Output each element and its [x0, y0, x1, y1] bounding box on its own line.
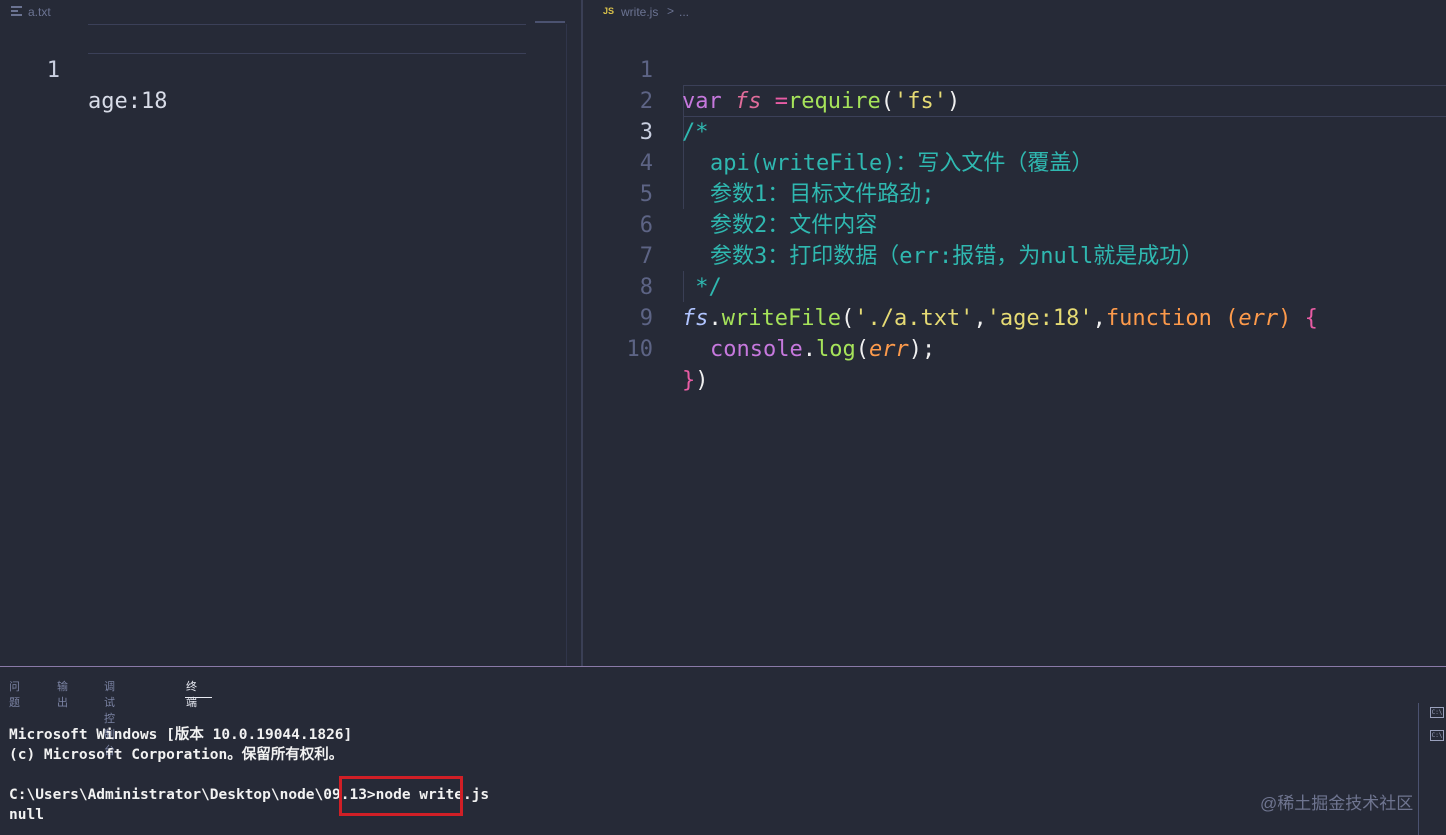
terminal-icon[interactable]: C:\ [1430, 730, 1444, 741]
code-line[interactable]: 3 api(writeFile)：写入文件（覆盖） [583, 86, 1446, 176]
right-editor-pane[interactable]: JS write.js > ... 1 var fs =require('fs'… [583, 0, 1446, 666]
breadcrumb-more[interactable]: ... [679, 5, 689, 19]
code-line[interactable]: 5 参数2：文件内容 [583, 148, 1446, 238]
left-editor-pane[interactable]: a.txt 1 age:18 [0, 0, 581, 666]
tab-a-txt[interactable]: a.txt [28, 5, 51, 19]
text-file-icon [11, 6, 22, 16]
left-editor-tabbar: a.txt [0, 0, 581, 24]
terminal-prompt: C:\Users\Administrator\Desktop\node\09.1… [9, 787, 376, 803]
code-line[interactable]: 2 /* [583, 55, 1446, 145]
terminal-output: null [9, 807, 44, 823]
code-line[interactable]: 8 fs.writeFile('./a.txt','age:18',functi… [583, 241, 1446, 331]
tab-output[interactable]: 输出 [57, 678, 68, 710]
minimap-divider [566, 24, 567, 666]
terminal-line: Microsoft Windows [版本 10.0.19044.1826] [9, 727, 353, 743]
line-number: 10 [626, 337, 654, 362]
code-line[interactable]: 7 */ [583, 210, 1446, 300]
code-line[interactable]: 1 var fs =require('fs') [583, 24, 1446, 114]
terminal-line: (c) Microsoft Corporation。保留所有权利。 [9, 747, 344, 763]
code-line[interactable]: 9 console.log(err); [583, 272, 1446, 362]
command-highlight-box [339, 776, 463, 816]
js-file-icon: JS [603, 6, 615, 16]
terminal-icon[interactable]: C:\ [1430, 707, 1444, 718]
code-line[interactable]: 4 参数1：目标文件路劲; [583, 117, 1446, 207]
bottom-panel: 问题 输出 调试控制台 终端 Microsoft Windows [版本 10.… [0, 666, 1446, 835]
tab-problems[interactable]: 问题 [9, 678, 20, 710]
terminal-list-divider [1418, 703, 1419, 835]
tab-terminal[interactable]: 终端 [186, 678, 197, 710]
line-number: 1 [46, 58, 60, 83]
code-line[interactable]: 6 参数3：打印数据（err:报错，为null就是成功） [583, 179, 1446, 269]
breadcrumb-separator-icon: > [667, 4, 675, 18]
tab-write-js[interactable]: write.js [621, 5, 658, 19]
right-editor-tabbar: JS write.js > ... [583, 0, 1446, 24]
code-line[interactable]: 10 }) [583, 303, 1446, 393]
active-tab-indicator [185, 697, 212, 698]
line-text[interactable]: age:18 [88, 86, 167, 117]
minimap-marker [535, 21, 565, 23]
watermark: @稀土掘金技术社区 [1260, 794, 1414, 813]
code-line[interactable]: 1 age:18 [0, 24, 581, 114]
